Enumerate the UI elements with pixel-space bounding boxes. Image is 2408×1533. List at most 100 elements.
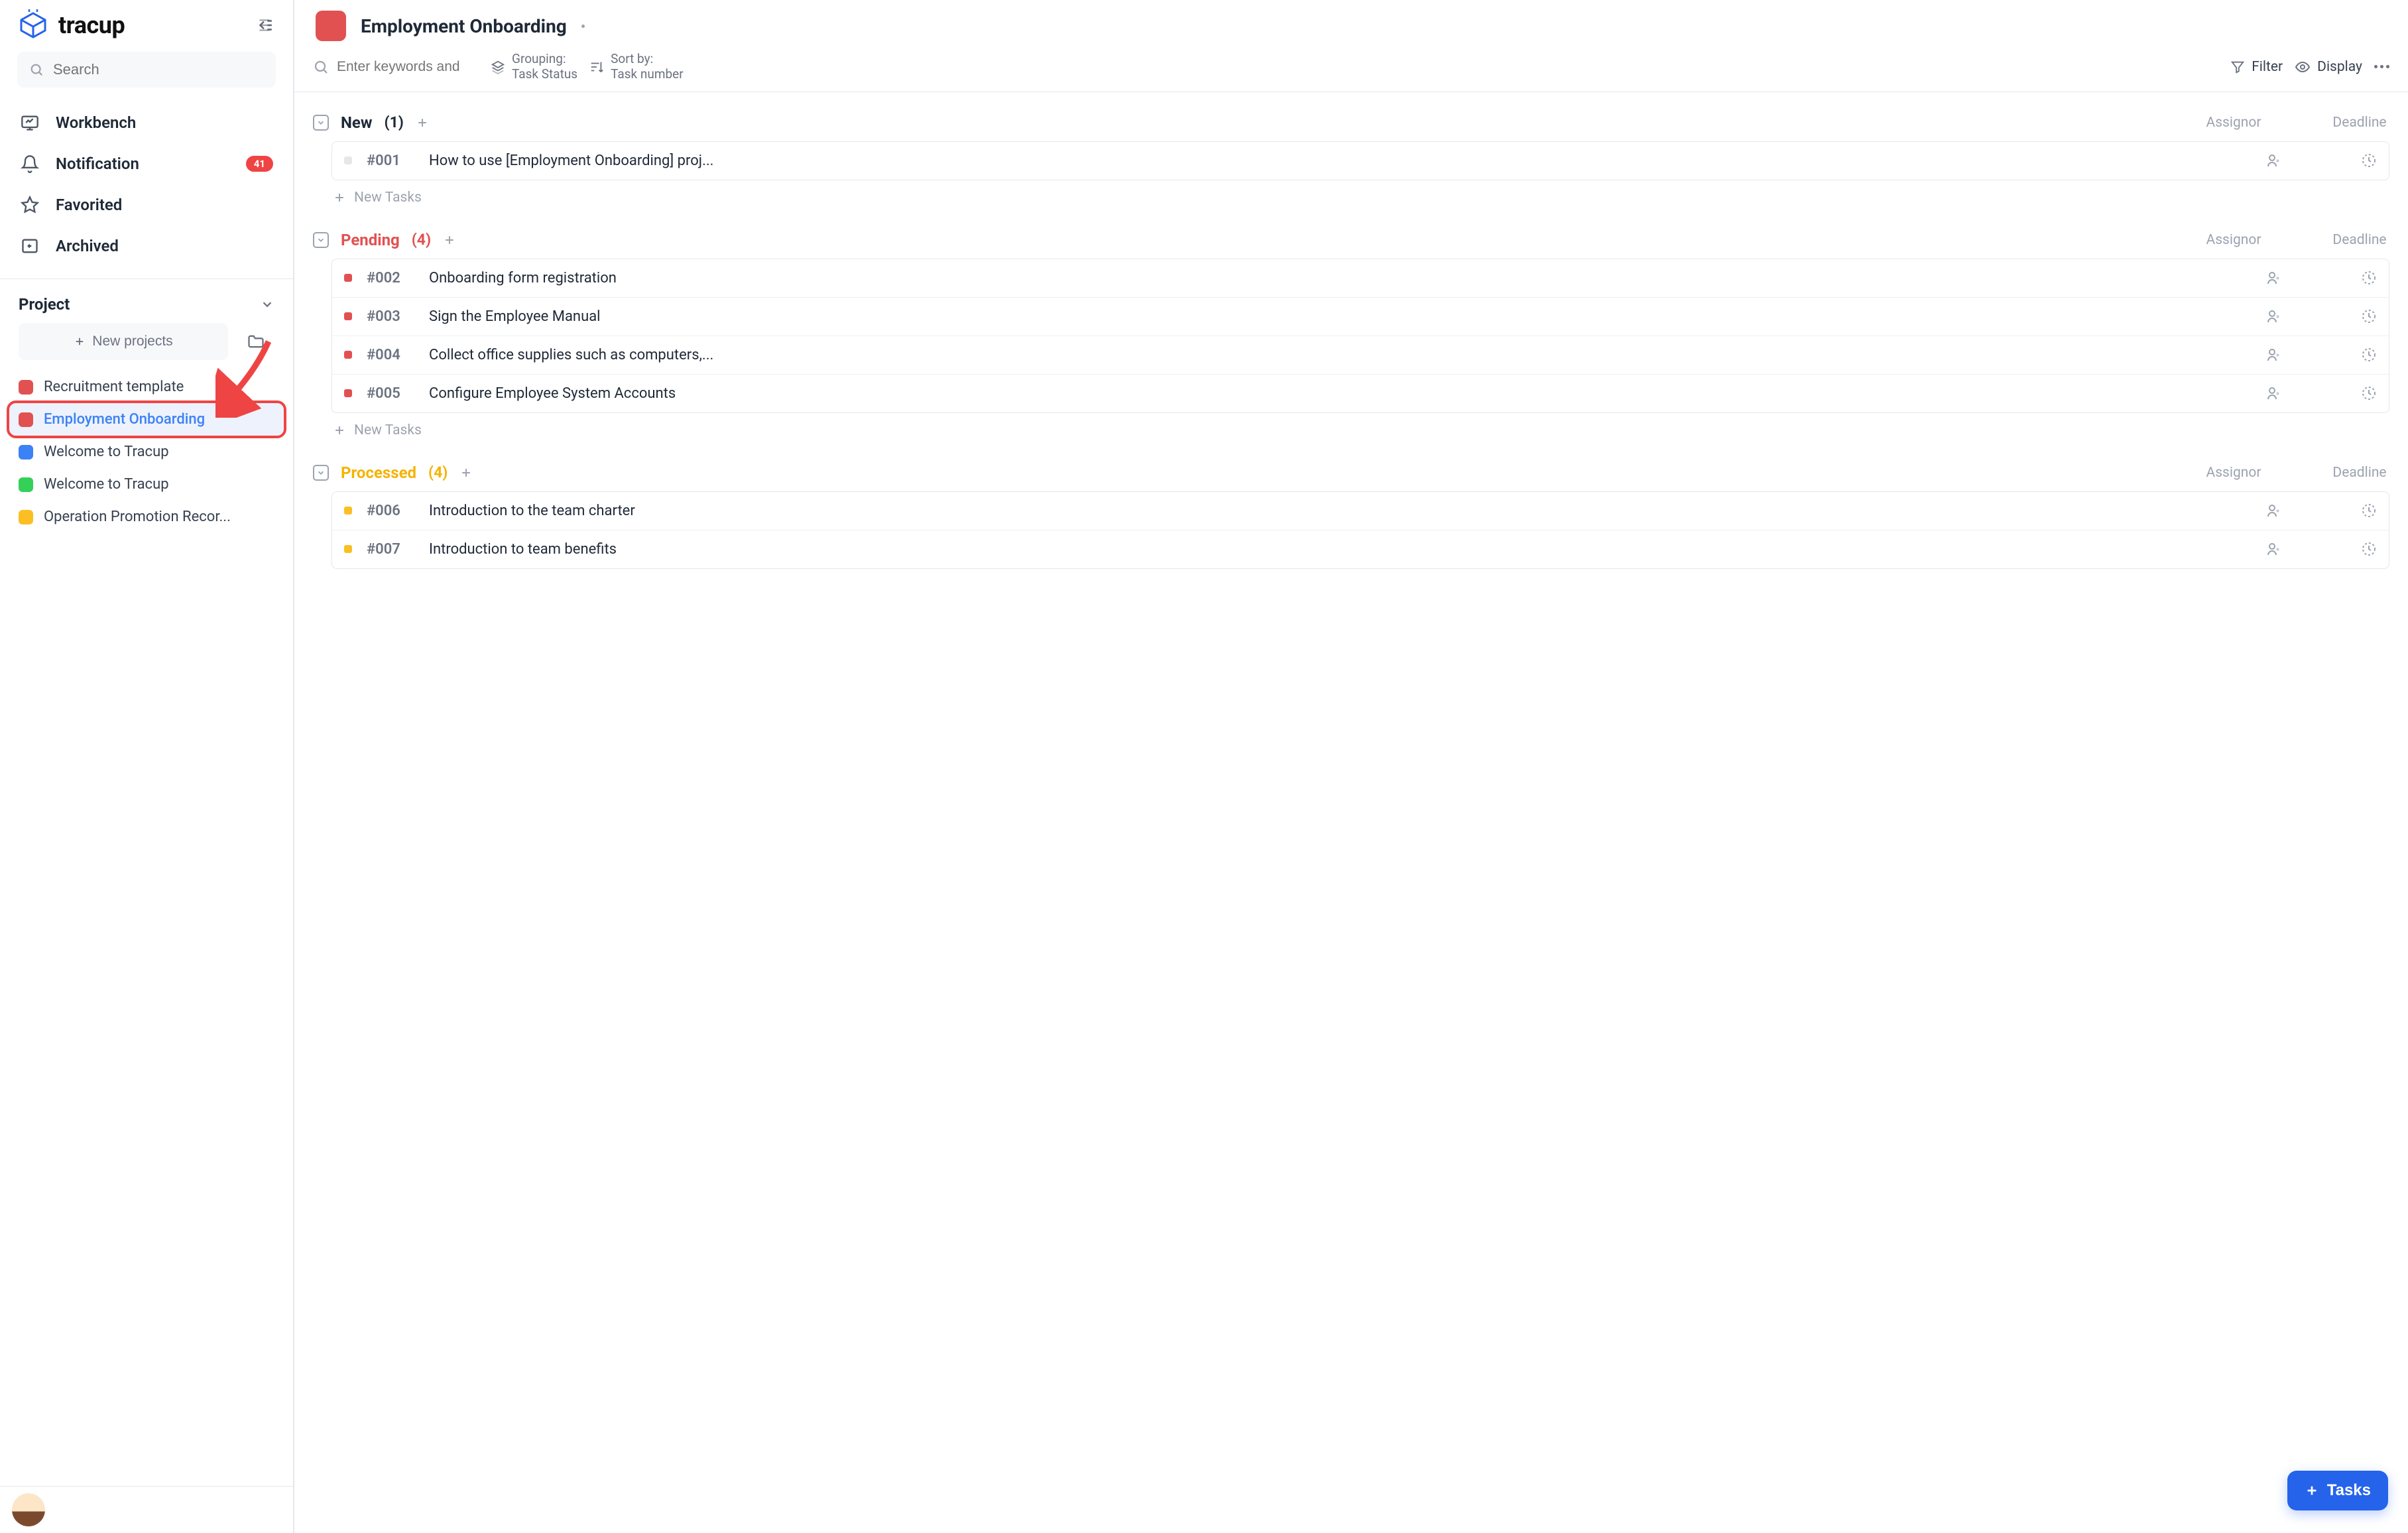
- sidebar-project-item[interactable]: Welcome to Tracup: [0, 468, 293, 501]
- project-label: Welcome to Tracup: [44, 444, 169, 460]
- task-row[interactable]: #002 Onboarding form registration: [332, 259, 2389, 298]
- deadline-icon[interactable]: [2361, 270, 2377, 286]
- filter-label: Filter: [2252, 59, 2283, 75]
- task-search[interactable]: [313, 59, 479, 75]
- sort-selector[interactable]: Sort by: Task number: [589, 52, 684, 82]
- nav-workbench[interactable]: Workbench: [0, 102, 293, 143]
- collapse-group-button[interactable]: [313, 115, 329, 131]
- grouping-value: Task Status: [512, 67, 577, 82]
- task-search-input[interactable]: [337, 59, 469, 75]
- assignor-icon[interactable]: [2265, 308, 2281, 324]
- task-row[interactable]: #003 Sign the Employee Manual: [332, 298, 2389, 336]
- col-header-deadline: Deadline: [2330, 232, 2389, 248]
- task-row[interactable]: #004 Collect office supplies such as com…: [332, 336, 2389, 375]
- deadline-icon[interactable]: [2361, 503, 2377, 519]
- sidebar-project-item[interactable]: Employment Onboarding: [9, 403, 284, 436]
- nav-label: Workbench: [56, 113, 136, 132]
- group-header: New (1) Assignor Deadline: [313, 104, 2389, 141]
- col-header-deadline: Deadline: [2330, 465, 2389, 481]
- task-group: Processed (4) Assignor Deadline #006 Int…: [294, 454, 2408, 569]
- search-input[interactable]: [53, 61, 264, 78]
- plus-icon: [333, 424, 346, 437]
- task-row[interactable]: #001 How to use [Employment Onboarding] …: [332, 142, 2389, 180]
- nav-label: Archived: [56, 237, 119, 255]
- add-task-button[interactable]: [459, 466, 473, 479]
- nav-favorited[interactable]: Favorited: [0, 184, 293, 225]
- toolbar: Grouping: Task Status Sort by: Task numb…: [294, 48, 2408, 92]
- task-row[interactable]: #007 Introduction to team benefits: [332, 530, 2389, 568]
- task-status-dot: [344, 156, 352, 164]
- assignor-icon[interactable]: [2265, 385, 2281, 401]
- assignor-icon[interactable]: [2265, 153, 2281, 168]
- deadline-icon[interactable]: [2361, 347, 2377, 363]
- project-list: Recruitment template Employment Onboardi…: [0, 371, 293, 533]
- project-color-icon: [19, 510, 33, 524]
- add-task-button[interactable]: [416, 116, 429, 129]
- task-status-dot: [344, 545, 352, 553]
- task-title: How to use [Employment Onboarding] proj.…: [429, 153, 2251, 169]
- task-title: Onboarding form registration: [429, 270, 2251, 286]
- avatar[interactable]: [12, 1493, 45, 1526]
- sidebar-project-item[interactable]: Recruitment template: [0, 371, 293, 403]
- project-color-icon: [19, 477, 33, 492]
- task-row[interactable]: #005 Configure Employee System Accounts: [332, 375, 2389, 412]
- group-header: Pending (4) Assignor Deadline: [313, 221, 2389, 259]
- assignor-icon[interactable]: [2265, 541, 2281, 557]
- collapse-group-button[interactable]: [313, 232, 329, 248]
- task-status-dot: [344, 351, 352, 359]
- sidebar: tracup Workbench: [0, 0, 294, 1533]
- group-name: New: [341, 113, 373, 132]
- project-section-header[interactable]: Project: [0, 283, 293, 323]
- deadline-icon[interactable]: [2361, 541, 2377, 557]
- sidebar-search[interactable]: [17, 52, 276, 88]
- sidebar-project-item[interactable]: Welcome to Tracup: [0, 436, 293, 468]
- group-name: Processed: [341, 463, 416, 482]
- new-tasks-link[interactable]: New Tasks: [313, 180, 2389, 210]
- assignor-icon[interactable]: [2265, 270, 2281, 286]
- task-id: #006: [367, 503, 414, 519]
- display-button[interactable]: Display: [2295, 59, 2362, 75]
- more-button[interactable]: [2374, 65, 2389, 68]
- main-content: Employment Onboarding Grouping: Task Sta…: [294, 0, 2408, 1533]
- collapse-sidebar-button[interactable]: [253, 14, 276, 36]
- nav-section: Workbench Notification 41 Favorited Arc: [0, 94, 293, 275]
- folder-button[interactable]: [237, 324, 274, 359]
- task-status-dot: [344, 389, 352, 397]
- group-count: (4): [412, 231, 431, 249]
- task-id: #003: [367, 308, 414, 325]
- nav-notification[interactable]: Notification 41: [0, 143, 293, 184]
- fab-label: Tasks: [2327, 1481, 2371, 1500]
- assignor-icon[interactable]: [2265, 503, 2281, 519]
- task-status-dot: [344, 274, 352, 282]
- deadline-icon[interactable]: [2361, 385, 2377, 401]
- group-count: (1): [385, 113, 404, 131]
- task-title: Configure Employee System Accounts: [429, 385, 2251, 402]
- more-icon: [2374, 65, 2389, 68]
- bell-icon: [20, 154, 40, 174]
- display-label: Display: [2317, 59, 2362, 75]
- project-label: Employment Onboarding: [44, 411, 205, 428]
- plus-icon: [74, 336, 86, 347]
- group-name: Pending: [341, 231, 400, 249]
- deadline-icon[interactable]: [2361, 308, 2377, 324]
- add-task-button[interactable]: [443, 233, 456, 247]
- filter-button[interactable]: Filter: [2230, 59, 2283, 75]
- task-id: #005: [367, 385, 414, 402]
- plus-icon: [2305, 1483, 2319, 1498]
- new-tasks-link[interactable]: New Tasks: [313, 413, 2389, 442]
- sidebar-project-item[interactable]: Operation Promotion Recor...: [0, 501, 293, 533]
- project-color-swatch: [316, 11, 346, 41]
- task-row[interactable]: #006 Introduction to the team charter: [332, 492, 2389, 530]
- deadline-icon[interactable]: [2361, 153, 2377, 168]
- create-task-fab[interactable]: Tasks: [2287, 1471, 2388, 1510]
- grouping-selector[interactable]: Grouping: Task Status: [491, 52, 577, 82]
- nav-archived[interactable]: Archived: [0, 225, 293, 267]
- new-projects-button[interactable]: New projects: [19, 323, 228, 360]
- project-color-icon: [19, 412, 33, 427]
- eye-icon: [2295, 59, 2311, 75]
- collapse-group-button[interactable]: [313, 465, 329, 481]
- group-count: (4): [428, 463, 448, 481]
- assignor-icon[interactable]: [2265, 347, 2281, 363]
- task-title: Introduction to team benefits: [429, 541, 2251, 558]
- task-status-dot: [344, 312, 352, 320]
